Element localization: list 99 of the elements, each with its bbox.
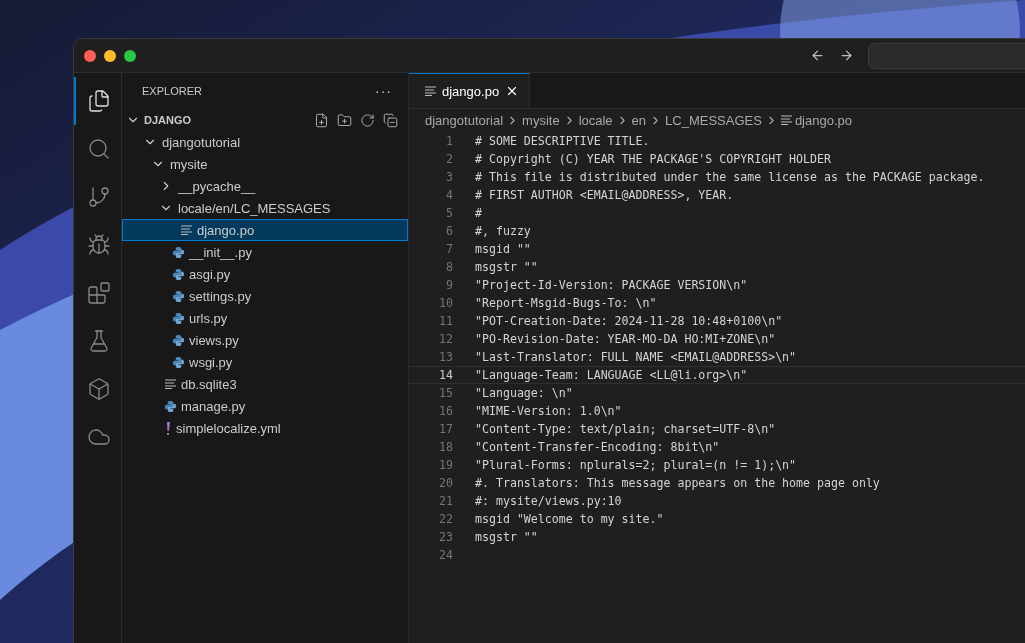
python-file-icon [173,246,184,258]
code-line: #: mysite/views.py:10 [475,494,622,508]
line-number: 9 [445,278,453,292]
workspace-row[interactable]: DJANGO [122,109,408,131]
line-number: 10 [438,296,453,310]
line-number: 13 [438,350,453,364]
command-center-field[interactable] [868,42,1025,69]
line-number: 6 [445,224,453,238]
python-file-icon [173,356,184,368]
code-line: # This file is distributed under the same license as the PACKAGE package. [475,170,985,184]
code-line: msgid "Welcome to my site." [475,512,664,526]
file-row[interactable]: settings.py [122,285,408,307]
breadcrumb[interactable]: locale [578,112,613,128]
python-file-icon [173,268,184,280]
back-button[interactable] [810,48,825,63]
breadcrumb[interactable]: djangotutorial [425,112,504,128]
line-number: 16 [438,404,453,418]
line-number: 24 [438,548,453,562]
search-icon [86,137,111,161]
line-number: 11 [438,314,453,328]
more-button[interactable]: ··· [375,83,392,99]
files-icon [86,89,111,113]
file-row[interactable]: __init__.py [122,241,408,263]
extensions-icon [86,281,111,305]
code-line: # FIRST AUTHOR <EMAIL@ADDRESS>, YEAR. [475,188,734,202]
line-number: 19 [438,458,453,472]
line-number: 23 [438,530,453,544]
folder-row[interactable]: mysite [122,153,408,175]
python-file-icon [165,400,176,412]
run-debug-icon [86,233,111,257]
line-number: 21 [438,494,453,508]
code-line: "Content-Type: text/plain; charset=UTF-8\n" [475,422,776,436]
lines-icon [165,379,176,389]
line-number: 2 [445,152,453,166]
line-number: 20 [438,476,453,490]
line-number: 7 [445,242,453,256]
line-number: 5 [445,206,453,220]
new-file-icon[interactable] [314,112,329,128]
code-line: "PO-Revision-Date: YEAR-MO-DA HO:MI+ZONE\n" [475,332,776,346]
editor-tab[interactable]: django.po [409,73,531,108]
line-number: 1 [445,134,453,148]
file-row[interactable]: simplelocalize.yml [122,417,408,439]
code-line: "Last-Translator: FULL NAME <EMAIL@ADDRESS>\n" [475,350,797,364]
line-number: 12 [438,332,453,346]
code-line: "Project-Id-Version: PACKAGE VERSION\n" [475,278,748,292]
breadcrumb[interactable]: LC_MESSAGES [665,112,762,128]
exclamation-icon [165,421,171,435]
breadcrumb[interactable]: django.po [794,112,852,128]
code-line: "MIME-Version: 1.0\n" [475,404,622,418]
code-line: # SOME DESCRIPTIVE TITLE. [475,134,650,148]
line-number: 14 [438,368,453,382]
file-row[interactable]: db.sqlite3 [122,373,408,395]
code-line: "POT-Creation-Date: 2024-11-28 10:48+0100\n" [475,314,783,328]
python-file-icon [173,290,184,302]
line-number: 22 [438,512,453,526]
code-line: "Language-Team: LANGUAGE <LL@li.org>\n" [475,368,748,382]
folder-row[interactable]: djangotutorial [122,131,408,153]
line-number: 3 [445,170,453,184]
refresh-icon[interactable] [360,112,375,128]
collapse-icon[interactable] [383,112,398,128]
code-line: msgid "" [475,242,531,256]
file-row[interactable]: views.py [122,329,408,351]
python-file-icon [173,312,184,324]
code-line: "Language: \n" [475,386,573,400]
forward-button[interactable] [839,48,854,63]
folder-row[interactable]: locale/en/LC_MESSAGES [122,197,408,219]
code-line: "Report-Msgid-Bugs-To: \n" [475,296,657,310]
breadcrumb[interactable]: mysite [522,112,560,128]
file-row[interactable]: django.po [122,219,408,241]
file-row[interactable]: wsgi.py [122,351,408,373]
code-line: "Content-Transfer-Encoding: 8bit\n" [475,440,720,454]
lines-icon [425,86,436,96]
code-line: # Copyright (C) YEAR THE PACKAGE'S COPYRIGHT HOLDER [475,152,831,166]
line-number: 17 [438,422,453,436]
breadcrumb[interactable]: en [631,112,647,128]
zoom-button[interactable] [124,49,136,62]
code-line: # [475,206,482,220]
file-row[interactable]: manage.py [122,395,408,417]
code-line: msgstr "" [475,530,538,544]
line-number: 15 [438,386,453,400]
minimize-button[interactable] [104,49,116,62]
line-number: 18 [438,440,453,454]
code-line: "Plural-Forms: nplurals=2; plural=(n != 1);\n" [475,458,797,472]
line-number: 4 [445,188,453,202]
source-control-icon [86,185,111,209]
new-folder-icon[interactable] [337,112,352,128]
folder-row[interactable]: __pycache__ [122,175,408,197]
code-line: #. Translators: This message appears on the home page only [475,476,880,490]
file-row[interactable]: asgi.py [122,263,408,285]
file-row[interactable]: urls.py [122,307,408,329]
code-line: msgstr "" [475,260,538,274]
python-file-icon [173,334,184,346]
close-button[interactable] [84,49,96,62]
explorer-title: EXPLORER [142,85,202,97]
code-line: #, fuzzy [475,224,531,238]
lines-icon [181,225,192,235]
line-number: 8 [445,260,453,274]
lines-icon [780,115,792,125]
box-icon [86,377,111,401]
